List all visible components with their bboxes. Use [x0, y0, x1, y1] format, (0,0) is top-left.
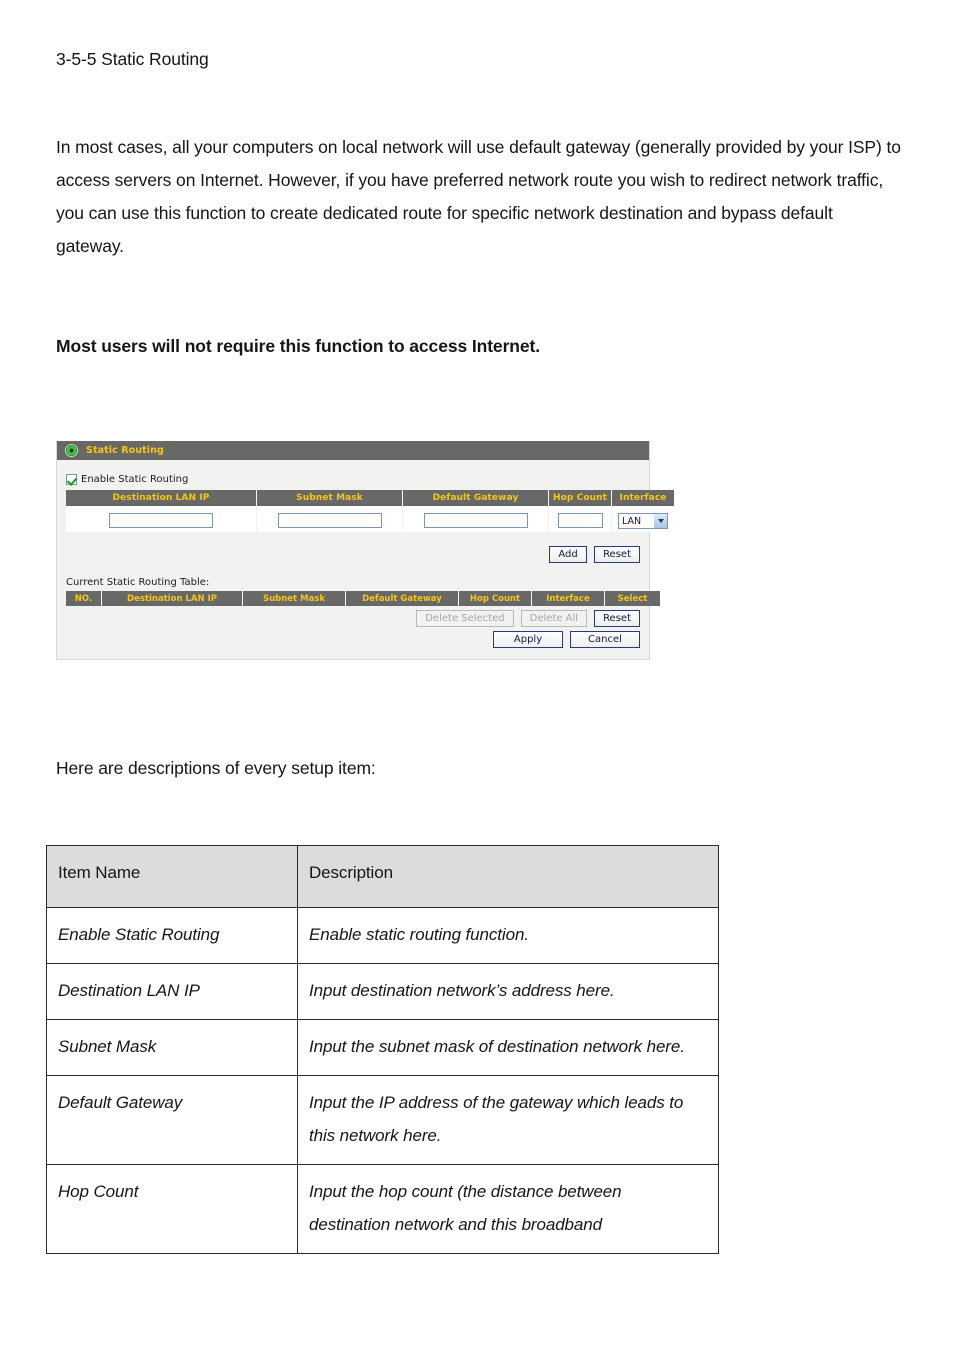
table-row: Subnet Mask Input the subnet mask of des…	[46, 1019, 719, 1076]
delete-all-button[interactable]: Delete All	[520, 610, 588, 627]
delete-selected-button[interactable]: Delete Selected	[416, 610, 514, 627]
table-row: Default Gateway Input the IP address of …	[46, 1075, 719, 1165]
chevron-down-icon[interactable]	[653, 514, 667, 529]
interface-select[interactable]: LAN	[618, 513, 668, 530]
setup-item-description-table: Item Name Description Enable Static Rout…	[46, 845, 719, 1254]
desc-item-name: Hop Count	[46, 1164, 298, 1254]
table-reset-button[interactable]: Reset	[594, 610, 640, 627]
header-cur-default-gateway: Default Gateway	[345, 591, 459, 606]
current-table-caption: Current Static Routing Table:	[66, 577, 210, 588]
note-paragraph: Most users will not require this functio…	[56, 336, 540, 356]
cell-subnet-mask	[256, 506, 403, 532]
interface-select-value: LAN	[622, 515, 642, 527]
header-destination-lan-ip: Destination LAN IP	[66, 490, 257, 506]
header-hop-count: Hop Count	[548, 490, 612, 506]
destination-lan-ip-input[interactable]	[109, 512, 213, 528]
desc-item-description: Input the IP address of the gateway whic…	[297, 1075, 719, 1165]
enable-static-routing-checkbox[interactable]	[66, 474, 77, 485]
enable-static-routing-row[interactable]: Enable Static Routing	[66, 474, 640, 485]
panel-title: Static Routing	[86, 445, 164, 456]
panel-body: Enable Static Routing Destination LAN IP…	[57, 460, 674, 659]
header-subnet-mask: Subnet Mask	[256, 490, 403, 506]
table-row: Enable Static Routing Enable static rout…	[46, 907, 719, 964]
entry-table-header-row: Destination LAN IP Subnet Mask Default G…	[66, 490, 674, 506]
static-route-entry-table: Destination LAN IP Subnet Mask Default G…	[66, 490, 674, 532]
desc-item-name: Enable Static Routing	[46, 907, 298, 964]
table-row: Destination LAN IP Input destination net…	[46, 963, 719, 1020]
header-cur-interface: Interface	[531, 591, 605, 606]
entry-button-row: Add Reset	[66, 546, 640, 563]
cell-hop-count	[548, 506, 612, 532]
add-button[interactable]: Add	[549, 546, 588, 563]
cell-interface: LAN	[611, 506, 674, 532]
header-cur-hop-count: Hop Count	[458, 591, 532, 606]
entry-reset-button[interactable]: Reset	[594, 546, 640, 563]
desc-item-description: Enable static routing function.	[297, 907, 719, 964]
page-title: 3-5-5 Static Routing	[56, 49, 209, 69]
hop-count-input[interactable]	[557, 512, 603, 528]
header-select: Select	[604, 591, 660, 606]
current-static-routing-table: NO. Destination LAN IP Subnet Mask Defau…	[66, 591, 660, 606]
descriptions-intro: Here are descriptions of every setup ite…	[56, 758, 376, 778]
cell-destination-lan-ip	[66, 506, 257, 532]
header-cur-destination-lan-ip: Destination LAN IP	[101, 591, 243, 606]
desc-item-name: Subnet Mask	[46, 1019, 298, 1076]
panel-titlebar: Static Routing	[57, 441, 649, 460]
table-button-row: Delete Selected Delete All Reset	[66, 610, 640, 627]
cancel-button[interactable]: Cancel	[570, 631, 640, 648]
desc-item-description: Input the hop count (the distance betwee…	[297, 1164, 719, 1254]
desc-table-header-row: Item Name Description	[46, 845, 719, 908]
default-gateway-input[interactable]	[423, 512, 528, 528]
header-interface: Interface	[611, 490, 674, 506]
desc-item-description: Input the subnet mask of destination net…	[297, 1019, 719, 1076]
desc-header-item-name: Item Name	[46, 845, 298, 908]
page-root: 3-5-5 Static Routing In most cases, all …	[0, 0, 954, 1350]
desc-item-description: Input destination network’s address here…	[297, 963, 719, 1020]
table-row: Hop Count Input the hop count (the dista…	[46, 1164, 719, 1254]
current-table-header-row: NO. Destination LAN IP Subnet Mask Defau…	[66, 591, 660, 606]
apply-button[interactable]: Apply	[493, 631, 563, 648]
header-default-gateway: Default Gateway	[402, 490, 549, 506]
enable-static-routing-label: Enable Static Routing	[81, 474, 189, 485]
desc-item-name: Destination LAN IP	[46, 963, 298, 1020]
intro-paragraph: In most cases, all your computers on loc…	[56, 137, 901, 256]
header-cur-subnet-mask: Subnet Mask	[242, 591, 346, 606]
entry-table-input-row: LAN	[66, 506, 674, 532]
form-button-row: Apply Cancel	[66, 631, 640, 648]
desc-item-name: Default Gateway	[46, 1075, 298, 1165]
green-status-dot-icon	[66, 445, 77, 456]
subnet-mask-input[interactable]	[277, 512, 382, 528]
desc-header-description: Description	[297, 845, 719, 908]
header-no: NO.	[66, 591, 102, 606]
static-routing-panel: Static Routing Enable Static Routing Des…	[56, 441, 674, 660]
cell-default-gateway	[402, 506, 549, 532]
